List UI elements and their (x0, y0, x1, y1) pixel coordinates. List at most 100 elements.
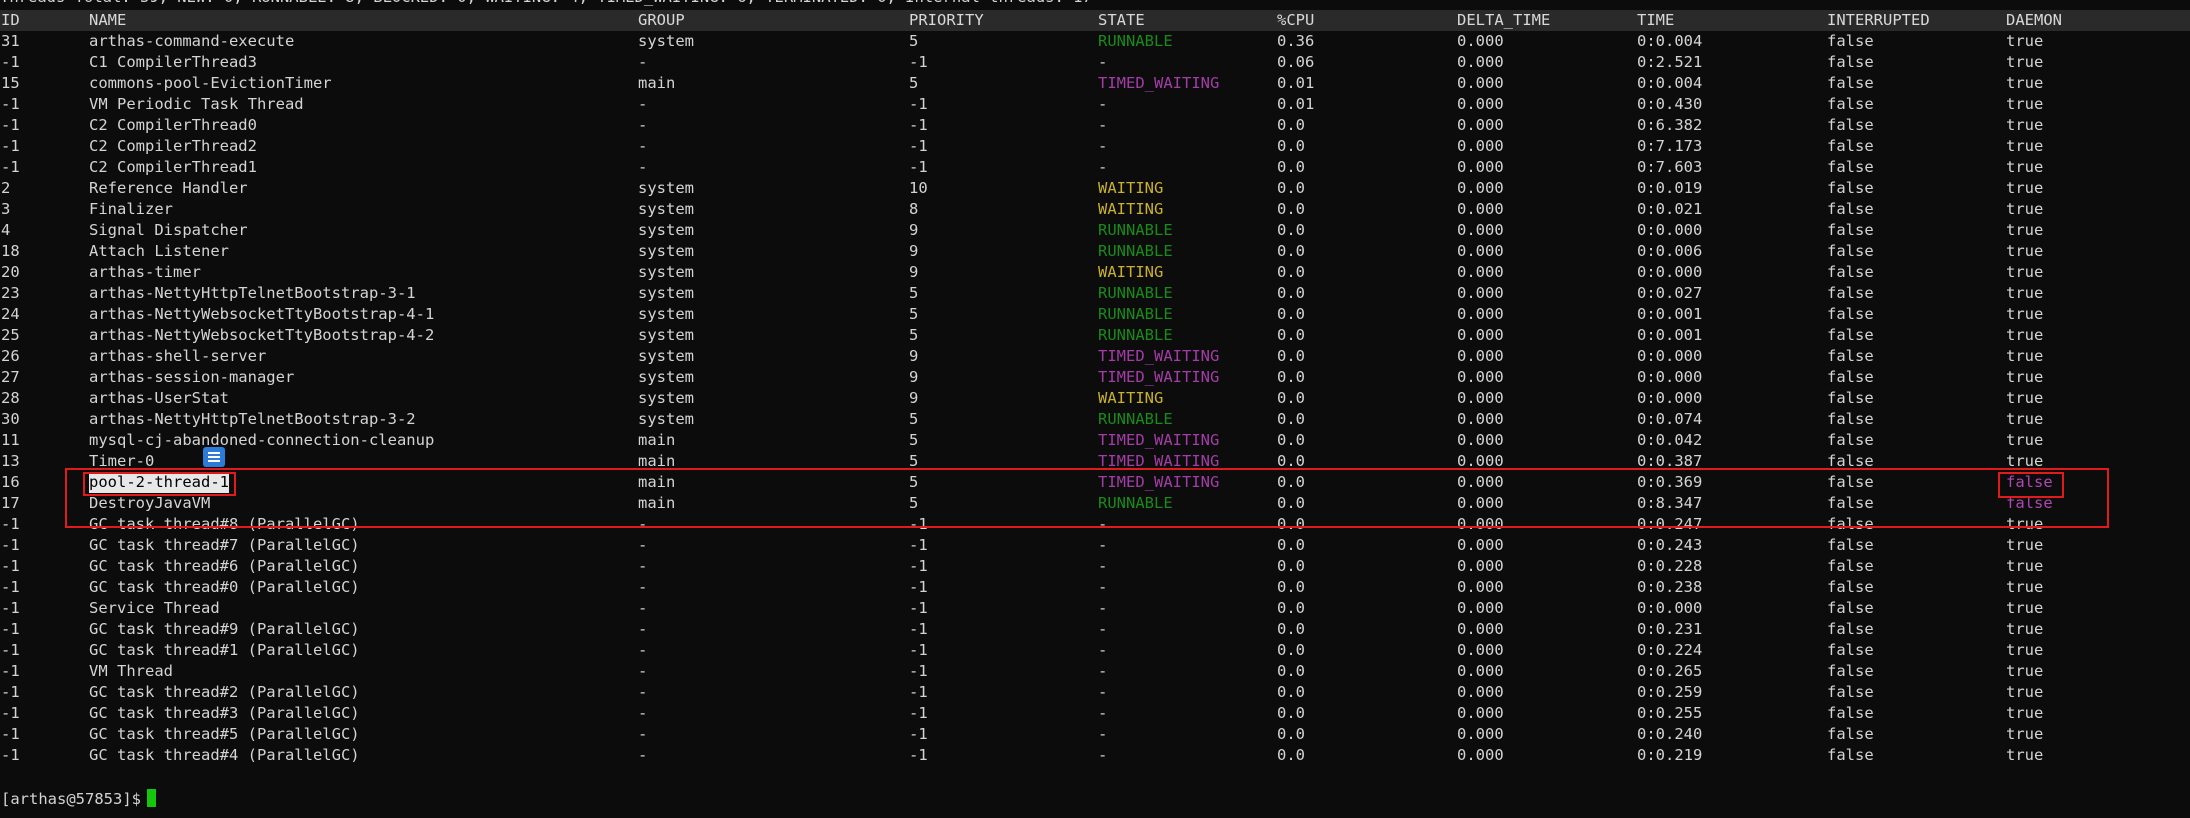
highlight-box-name (83, 472, 236, 496)
table-row[interactable]: 30 arthas-NettyHttpTelnetBootstrap-3-2 sys… (0, 409, 2190, 430)
cell-delta-time: 0.000 (1457, 746, 1504, 764)
table-row[interactable]: -1 GC task thread#4 (ParallelGC) - -1 - 0.0 0.… (0, 745, 2190, 766)
cell-id: -1 (1, 95, 20, 113)
cell-interrupted: false (1827, 347, 1874, 365)
cell-state: RUNNABLE (1098, 242, 1173, 260)
table-row[interactable]: -1 Service Thread - -1 - 0.0 0.000 0:0.000 false… (0, 598, 2190, 619)
cell-cpu: 0.01 (1277, 95, 1315, 113)
cell-id: 26 (1, 347, 20, 365)
table-row[interactable]: 23 arthas-NettyHttpTelnetBootstrap-3-1 sys… (0, 283, 2190, 304)
table-row[interactable]: 11 mysql-cj-abandoned-connection-cleanup m… (0, 430, 2190, 451)
table-row[interactable]: 15 commons-pool-EvictionTimer main 5 TIMED_W… (0, 73, 2190, 94)
table-row[interactable]: 20 arthas-timer system 9 WAITING 0.0 0.000 0:0.… (0, 262, 2190, 283)
header-cpu: %CPU (1277, 11, 1315, 29)
cell-daemon: true (2006, 221, 2044, 239)
cell-delta-time: 0.000 (1457, 284, 1504, 302)
cell-time: 0:0.219 (1637, 746, 1703, 764)
cell-state: - (1098, 137, 1108, 155)
cell-interrupted: false (1827, 578, 1874, 596)
table-row[interactable]: -1 GC task thread#3 (ParallelGC) - -1 - 0.0 0.… (0, 703, 2190, 724)
cell-cpu: 0.0 (1277, 746, 1305, 764)
cell-interrupted: false (1827, 662, 1874, 680)
table-row[interactable]: -1 GC task thread#9 (ParallelGC) - -1 - 0.0 0.… (0, 619, 2190, 640)
terminal-prompt[interactable]: [arthas@57853]$ (1, 788, 156, 810)
cell-time: 0:0.074 (1637, 410, 1703, 428)
table-row[interactable]: -1 C2 CompilerThread1 - -1 - 0.0 0.000 0:7.603 f… (0, 157, 2190, 178)
cell-delta-time: 0.000 (1457, 95, 1504, 113)
table-row[interactable]: -1 GC task thread#1 (ParallelGC) - -1 - 0.0 0.… (0, 640, 2190, 661)
cell-cpu: 0.0 (1277, 599, 1305, 617)
cell-state: - (1098, 725, 1108, 743)
cell-time: 0:0.006 (1637, 242, 1703, 260)
cell-interrupted: false (1827, 284, 1874, 302)
cell-id: -1 (1, 137, 20, 155)
cell-cpu: 0.0 (1277, 578, 1305, 596)
cell-delta-time: 0.000 (1457, 347, 1504, 365)
table-row[interactable]: -1 VM Periodic Task Thread - -1 - 0.01 0.000 0:… (0, 94, 2190, 115)
terminal-cursor (146, 789, 156, 807)
cell-time: 0:0.001 (1637, 326, 1703, 344)
table-row[interactable]: 2 Reference Handler system 10 WAITING 0.0 0.00… (0, 178, 2190, 199)
table-row[interactable]: -1 C1 CompilerThread3 - -1 - 0.06 0.000 0:2.521… (0, 52, 2190, 73)
table-row[interactable]: 4 Signal Dispatcher system 9 RUNNABLE 0.0 0.00… (0, 220, 2190, 241)
cell-daemon: true (2006, 431, 2044, 449)
cell-state: - (1098, 662, 1108, 680)
cell-state: TIMED_WAITING (1098, 347, 1220, 365)
cell-state: - (1098, 158, 1108, 176)
cell-name: C2 CompilerThread2 (89, 137, 257, 155)
table-row[interactable]: 24 arthas-NettyWebsocketTtyBootstrap-4-1 s… (0, 304, 2190, 325)
list-icon[interactable] (203, 447, 225, 467)
cell-delta-time: 0.000 (1457, 263, 1504, 281)
cell-cpu: 0.0 (1277, 431, 1305, 449)
cell-delta-time: 0.000 (1457, 305, 1504, 323)
cell-cpu: 0.06 (1277, 53, 1315, 71)
cell-interrupted: false (1827, 410, 1874, 428)
cell-name: arthas-shell-server (89, 347, 267, 365)
cell-priority: -1 (909, 578, 928, 596)
cell-id: -1 (1, 746, 20, 764)
table-row[interactable]: -1 GC task thread#6 (ParallelGC) - -1 - 0.0 0.… (0, 556, 2190, 577)
cell-state: WAITING (1098, 179, 1164, 197)
table-row[interactable]: -1 GC task thread#7 (ParallelGC) - -1 - 0.0 0.… (0, 535, 2190, 556)
table-row[interactable]: -1 C2 CompilerThread2 - -1 - 0.0 0.000 0:7.173 f… (0, 136, 2190, 157)
cell-time: 0:0.000 (1637, 221, 1703, 239)
cell-priority: 9 (909, 347, 919, 365)
cell-daemon: true (2006, 410, 2044, 428)
cell-time: 0:0.430 (1637, 95, 1703, 113)
cell-delta-time: 0.000 (1457, 410, 1504, 428)
cell-priority: -1 (909, 620, 928, 638)
cell-priority: 5 (909, 410, 919, 428)
cell-daemon: true (2006, 704, 2044, 722)
prompt-text: [arthas@57853]$ (1, 790, 141, 808)
table-row[interactable]: 3 Finalizer system 8 WAITING 0.0 0.000 0:0.021 f… (0, 199, 2190, 220)
table-row[interactable]: -1 GC task thread#0 (ParallelGC) - -1 - 0.0 0.… (0, 577, 2190, 598)
cell-priority: 5 (909, 32, 919, 50)
cell-interrupted: false (1827, 242, 1874, 260)
cell-daemon: true (2006, 305, 2044, 323)
cell-state: RUNNABLE (1098, 284, 1173, 302)
cell-interrupted: false (1827, 158, 1874, 176)
table-row[interactable]: 18 Attach Listener system 9 RUNNABLE 0.0 0.000… (0, 241, 2190, 262)
table-row[interactable]: -1 VM Thread - -1 - 0.0 0.000 0:0.265 false true (0, 661, 2190, 682)
threads-summary: Threads Total: 39, NEW: 0, RUNNABLE: 8, … (0, 0, 1092, 8)
cell-delta-time: 0.000 (1457, 242, 1504, 260)
table-row[interactable]: -1 C2 CompilerThread0 - -1 - 0.0 0.000 0:6.382 f… (0, 115, 2190, 136)
cell-interrupted: false (1827, 620, 1874, 638)
cell-id: -1 (1, 578, 20, 596)
cell-time: 0:7.603 (1637, 158, 1703, 176)
table-row[interactable]: -1 GC task thread#5 (ParallelGC) - -1 - 0.0 0.… (0, 724, 2190, 745)
cell-daemon: true (2006, 242, 2044, 260)
cell-id: 20 (1, 263, 20, 281)
table-row[interactable]: -1 GC task thread#2 (ParallelGC) - -1 - 0.0 0.… (0, 682, 2190, 703)
table-row[interactable]: 31 arthas-command-execute system 5 RUNNABLE 0… (0, 31, 2190, 52)
cell-priority: 9 (909, 263, 919, 281)
cell-delta-time: 0.000 (1457, 431, 1504, 449)
cell-daemon: true (2006, 74, 2044, 92)
table-row[interactable]: 26 arthas-shell-server system 9 TIMED_WAITIN… (0, 346, 2190, 367)
table-row[interactable]: 27 arthas-session-manager system 9 TIMED_WAI… (0, 367, 2190, 388)
table-row[interactable]: 25 arthas-NettyWebsocketTtyBootstrap-4-2 s… (0, 325, 2190, 346)
table-row[interactable]: 28 arthas-UserStat system 9 WAITING 0.0 0.000 0… (0, 388, 2190, 409)
cell-interrupted: false (1827, 179, 1874, 197)
cell-id: 16 (1, 473, 20, 491)
cell-name: GC task thread#2 (ParallelGC) (89, 683, 360, 701)
